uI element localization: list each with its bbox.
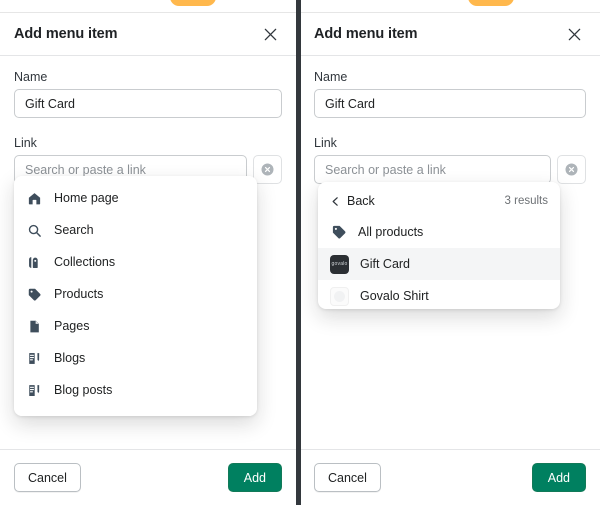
panel-left: Add menu item Name Link [0,0,296,505]
list-item-label: Gift Card [360,257,411,271]
panel-right: Add menu item Name Link [300,0,600,505]
list-item-govalo-shirt[interactable]: Govalo Shirt [318,280,560,309]
tag-icon [330,224,347,241]
page-title: Add menu item [14,26,118,42]
blog-icon [26,350,43,367]
search-icon [26,222,43,239]
dropdown-back-row[interactable]: Back 3 results [318,186,560,216]
clear-link-button[interactable] [557,155,586,184]
list-item-all-products[interactable]: All products [318,216,560,248]
modal-header: Add menu item [300,13,600,56]
add-button[interactable]: Add [531,463,586,492]
list-item-label: Home page [54,191,119,205]
list-item-partial[interactable] [14,406,257,416]
link-field-label: Link [14,136,37,150]
blog-post-icon [26,382,43,399]
cancel-button[interactable]: Cancel [314,463,381,492]
list-item-label: Collections [54,255,116,269]
page-icon [26,318,43,335]
name-field-label: Name [314,70,348,84]
modal-footer: Cancel Add [0,449,296,505]
circle-x-icon [261,163,274,176]
circle-x-icon [565,163,578,176]
close-icon[interactable] [258,22,282,46]
toast-blob [170,0,216,6]
list-item-label: Pages [54,319,90,333]
close-icon[interactable] [562,22,586,46]
list-item-label: Blogs [54,351,86,365]
toast-blob [468,0,514,6]
results-count: 3 results [504,195,548,207]
name-input[interactable] [314,89,586,118]
panel-divider [296,0,301,505]
list-item-label: Products [54,287,104,301]
partial-icon [26,414,43,417]
dual-panel-screenshot: Add menu item Name Link [0,0,600,505]
clear-link-button[interactable] [253,155,282,184]
list-item[interactable]: Home page [14,182,257,214]
name-field-label: Name [14,70,48,84]
list-item[interactable]: Collections [14,246,257,278]
page-title: Add menu item [314,26,418,42]
product-thumbnail-icon [330,286,349,306]
link-field-label: Link [314,136,337,150]
product-thumbnail-icon: govalo [330,254,349,274]
name-input[interactable] [14,89,282,118]
modal-header: Add menu item [0,13,296,56]
modal-footer: Cancel Add [300,449,600,505]
link-type-list: Home page Search Collections Products Pa… [14,176,257,416]
list-item[interactable]: Products [14,278,257,310]
list-item-gift-card[interactable]: govalo Gift Card [318,248,560,280]
list-item[interactable]: Blog posts [14,374,257,406]
list-item[interactable]: Search [14,214,257,246]
list-item-label: Govalo Shirt [360,289,429,303]
collection-icon [26,254,43,271]
list-item-label: All products [358,225,424,239]
add-button[interactable]: Add [227,463,282,492]
cancel-button[interactable]: Cancel [14,463,81,492]
list-item-label: Blog posts [54,383,113,397]
link-field-row [314,155,586,184]
home-icon [26,190,43,207]
link-search-input[interactable] [314,155,551,184]
list-item-label: Search [54,223,94,237]
list-item[interactable]: Pages [14,310,257,342]
back-label: Back [347,194,375,208]
product-results-dropdown: Back 3 results All products govalo Gift … [318,182,560,309]
tag-icon [26,286,43,303]
chevron-left-icon [328,196,342,207]
list-item[interactable]: Blogs [14,342,257,374]
link-type-dropdown: Home page Search Collections Products Pa… [14,176,257,416]
